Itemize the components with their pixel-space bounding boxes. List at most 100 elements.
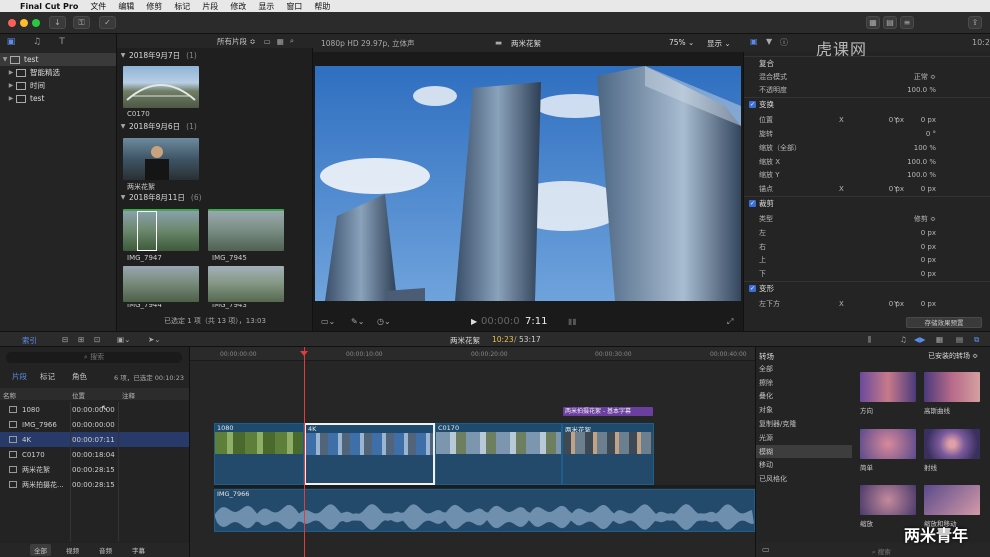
tab-clips[interactable]: 片段: [12, 371, 27, 382]
index-search-field[interactable]: ⌕ 搜索: [6, 352, 182, 363]
inspector-section-header[interactable]: 复合: [744, 56, 990, 70]
transitions-browser-icon[interactable]: ⧉: [974, 335, 979, 345]
search-icon[interactable]: ⌕: [290, 36, 294, 46]
param-value[interactable]: 0 px: [894, 116, 936, 124]
menu-view[interactable]: 显示: [258, 1, 274, 12]
share-button[interactable]: ⇪: [968, 16, 982, 29]
clip-appearance-icon[interactable]: ▭: [264, 37, 271, 46]
transition-category[interactable]: 复制器/克隆: [756, 417, 852, 431]
layout-browser-button[interactable]: ▦: [866, 16, 880, 29]
column-name[interactable]: 名称: [3, 390, 16, 400]
clip-thumbnail[interactable]: [123, 209, 199, 251]
param-value[interactable]: 0 px: [894, 270, 936, 278]
menu-trim[interactable]: 修剪: [146, 1, 162, 12]
zoom-dropdown[interactable]: 75% ⌄: [669, 38, 694, 47]
date-group-header[interactable]: ▼ 2018年9月6日 (1): [117, 120, 313, 132]
headphones-icon[interactable]: ♫: [900, 335, 907, 344]
index-row[interactable]: 1080 00:00:00:00: [0, 402, 189, 417]
clip-filter-dropdown[interactable]: 所有片段 ≎: [217, 36, 256, 47]
index-row[interactable]: 两米拍摄花... 00:00:28:15: [0, 477, 189, 492]
checkbox-icon[interactable]: ✓: [749, 200, 756, 208]
display-dropdown[interactable]: 显示 ⌄: [707, 38, 731, 49]
zoom-window-button[interactable]: [32, 19, 40, 27]
param-value[interactable]: 0 px: [894, 185, 936, 193]
checkbox-icon[interactable]: ✓: [749, 285, 756, 293]
import-button[interactable]: ↓: [49, 16, 66, 29]
param-value[interactable]: 0 px: [894, 243, 936, 251]
playhead[interactable]: [304, 347, 305, 557]
filmstrip-icon[interactable]: ▦: [277, 37, 284, 46]
param-value[interactable]: 100 %: [894, 144, 936, 152]
index-button[interactable]: 索引: [22, 335, 37, 346]
close-window-button[interactable]: [8, 19, 16, 27]
transition-item[interactable]: 高斯曲线: [924, 372, 980, 415]
append-clip-icon[interactable]: ⊡: [94, 335, 100, 344]
clip-thumbnail[interactable]: [123, 266, 199, 302]
insert-clip-icon[interactable]: ⊞: [78, 335, 84, 344]
effects-wand-icon[interactable]: ✎⌄: [351, 317, 364, 326]
param-value[interactable]: 0 px: [894, 300, 936, 308]
overwrite-clip-icon[interactable]: ▣⌄: [117, 335, 130, 344]
layout-inspector-button[interactable]: ≡: [900, 16, 914, 29]
installed-transitions-dropdown[interactable]: 已安装的转场 ≎: [928, 351, 978, 361]
param-value[interactable]: 100.0 %: [894, 86, 936, 94]
menu-file[interactable]: 文件: [90, 1, 106, 12]
clip-thumbnail[interactable]: [123, 138, 199, 180]
param-value[interactable]: 100.0 %: [894, 171, 936, 179]
transform-menu-icon[interactable]: ▭⌄: [321, 317, 335, 326]
play-icon[interactable]: ▶: [471, 317, 477, 326]
save-effects-preset-button[interactable]: 存储效果预置: [906, 317, 982, 328]
inspector-section-header[interactable]: ✓ 裁剪: [744, 196, 990, 210]
tab-roles[interactable]: 角色: [72, 371, 87, 382]
video-inspector-icon[interactable]: ▣: [750, 37, 758, 46]
transition-item[interactable]: 方向: [860, 372, 916, 415]
column-position[interactable]: 位置: [72, 390, 85, 400]
transition-category[interactable]: 全部: [756, 362, 852, 376]
audio-clip[interactable]: IMG_7966: [214, 489, 755, 532]
playhead-handle-icon[interactable]: [300, 351, 308, 356]
layout-timeline-button[interactable]: ▤: [883, 16, 897, 29]
tab-audio[interactable]: 音频: [99, 545, 112, 555]
param-value[interactable]: 100.0 %: [894, 158, 936, 166]
skimming-icon[interactable]: ◀▶: [914, 335, 926, 344]
index-row[interactable]: C0170 00:00:18:04: [0, 447, 189, 462]
sidebar-item-event-time[interactable]: ▶ 时间: [0, 79, 116, 92]
timeline-clip[interactable]: 1080: [214, 423, 304, 485]
info-inspector-icon[interactable]: ⓘ: [780, 37, 788, 48]
tab-all[interactable]: 全部: [30, 544, 51, 556]
sidebar-toggle-icon[interactable]: ▭: [762, 545, 770, 554]
sidebar-item-library-test[interactable]: ▼ test: [0, 53, 116, 66]
timeline-clip[interactable]: 两米花絮: [562, 423, 654, 485]
param-value[interactable]: 0 px: [894, 229, 936, 237]
tab-markers[interactable]: 标记: [40, 371, 55, 382]
menu-mark[interactable]: 标记: [174, 1, 190, 12]
clip-thumbnail[interactable]: [208, 209, 284, 251]
titles-generators-icon[interactable]: T: [55, 37, 69, 48]
menu-modify[interactable]: 修改: [230, 1, 246, 12]
keywords-button[interactable]: ⚿: [73, 16, 90, 29]
timeline-clip[interactable]: C0170: [435, 423, 562, 485]
connect-clip-icon[interactable]: ⊟: [62, 335, 68, 344]
timeline-clip-selected[interactable]: 4K: [304, 423, 435, 485]
transition-item[interactable]: 简单: [860, 429, 916, 472]
color-inspector-icon[interactable]: ▼: [766, 37, 772, 46]
index-row[interactable]: 4K 00:00:07:11: [0, 432, 189, 447]
audio-waveform-icon[interactable]: ⫼: [868, 335, 871, 345]
minimize-window-button[interactable]: [20, 19, 28, 27]
menu-window[interactable]: 窗口: [286, 1, 302, 12]
photos-audio-icon[interactable]: ♫: [30, 37, 44, 48]
fullscreen-icon[interactable]: ⤢: [727, 317, 733, 327]
transition-item[interactable]: 射线: [924, 429, 980, 472]
timeline[interactable]: 00:00:00:00 00:00:10:00 00:00:20:00 00:0…: [190, 347, 755, 557]
index-row[interactable]: IMG_7966 00:00:00:00: [0, 417, 189, 432]
tab-video[interactable]: 视频: [66, 545, 79, 555]
transition-category[interactable]: 擦除: [756, 376, 852, 390]
date-group-header[interactable]: ▼ 2018年8月11日 (6): [117, 191, 313, 203]
timeline-ruler[interactable]: 00:00:00:00 00:00:10:00 00:00:20:00 00:0…: [190, 347, 755, 361]
param-value[interactable]: 0 px: [894, 256, 936, 264]
tab-captions[interactable]: 字幕: [132, 545, 145, 555]
transition-category[interactable]: 已风格化: [756, 472, 852, 486]
transition-category[interactable]: 对象: [756, 403, 852, 417]
sidebar-item-smart-collections[interactable]: ▶ 智能精选: [0, 66, 116, 79]
checkbox-icon[interactable]: ✓: [749, 101, 756, 109]
